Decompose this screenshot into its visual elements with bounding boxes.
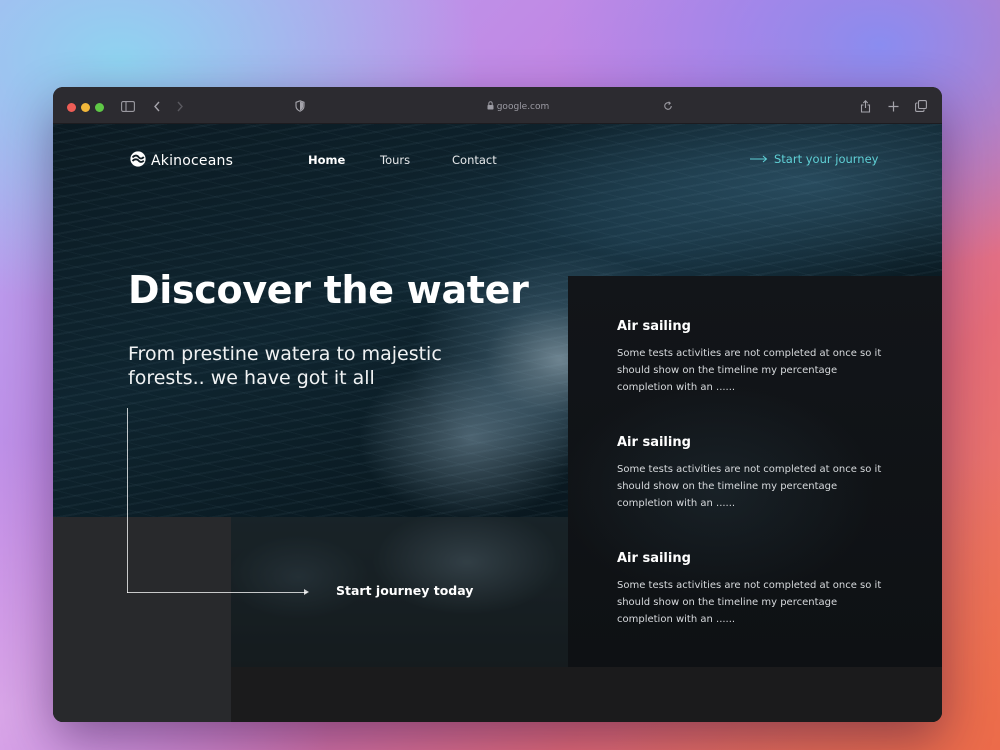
decorative-line-vertical: [127, 408, 128, 593]
new-tab-icon[interactable]: [884, 97, 902, 115]
nav-tours[interactable]: Tours: [380, 153, 410, 167]
decorative-line-horizontal: [127, 592, 307, 593]
start-journey-today-link[interactable]: Start journey today: [336, 583, 473, 598]
arrow-head-icon: [304, 589, 309, 595]
activity-title: Air sailing: [617, 319, 691, 334]
tabs-overview-icon[interactable]: [912, 97, 930, 115]
browser-toolbar: google.com: [53, 87, 942, 124]
browser-window: google.com Akinoceans Home Tours Contact…: [53, 87, 942, 722]
forward-icon[interactable]: [171, 97, 189, 115]
activity-description: Some tests activities are not completed …: [617, 348, 882, 393]
reload-icon[interactable]: [659, 97, 677, 115]
minimize-window-button[interactable]: [81, 103, 90, 112]
address-bar[interactable]: google.com: [453, 100, 583, 114]
nav-contact[interactable]: Contact: [452, 153, 497, 167]
wave-logo-icon: [130, 151, 146, 171]
webpage: Akinoceans Home Tours Contact Start your…: [53, 124, 942, 722]
activity-item[interactable]: Air sailing Some tests activities are no…: [617, 435, 887, 512]
url-text: google.com: [496, 102, 550, 112]
hero-subtitle: From prestine watera to majestic forests…: [128, 343, 442, 389]
activity-item[interactable]: Air sailing Some tests activities are no…: [617, 551, 887, 628]
hero-title: Discover the water: [128, 268, 529, 312]
activity-item[interactable]: Air sailing Some tests activities are no…: [617, 319, 887, 396]
sidebar-icon[interactable]: [119, 97, 137, 115]
shield-icon[interactable]: [291, 97, 309, 115]
activities-panel: Air sailing Some tests activities are no…: [568, 276, 942, 667]
start-your-journey-link[interactable]: Start your journey: [750, 152, 878, 166]
arrow-right-icon: [750, 152, 768, 166]
share-icon[interactable]: [856, 97, 874, 115]
brand-name: Akinoceans: [151, 153, 234, 169]
dark-block: [53, 517, 231, 722]
footer-strip: [231, 667, 942, 722]
activity-title: Air sailing: [617, 435, 691, 450]
back-icon[interactable]: [148, 97, 166, 115]
activity-description: Some tests activities are not completed …: [617, 580, 882, 625]
activity-description: Some tests activities are not completed …: [617, 464, 882, 509]
close-window-button[interactable]: [67, 103, 76, 112]
activity-title: Air sailing: [617, 551, 691, 566]
brand-logo[interactable]: Akinoceans: [130, 151, 233, 171]
maximize-window-button[interactable]: [95, 103, 104, 112]
start-your-journey-label: Start your journey: [774, 152, 879, 166]
lock-icon: [487, 101, 494, 115]
nav-home[interactable]: Home: [308, 153, 345, 167]
